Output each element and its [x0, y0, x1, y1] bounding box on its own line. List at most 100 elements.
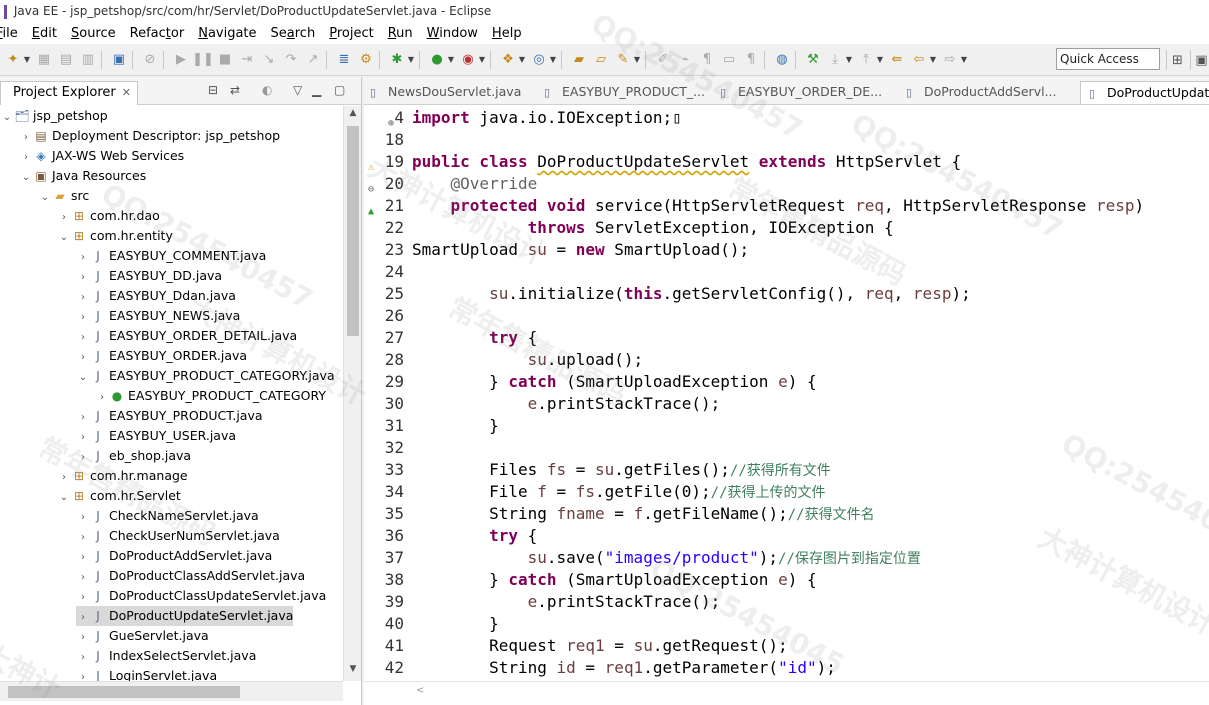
- code-line[interactable]: 22 throws ServletException, IOException …: [364, 217, 1209, 239]
- minimize-icon[interactable]: ▁: [312, 83, 321, 97]
- editor-tab[interactable]: ▯ EASYBUY_ORDER_DE...: [720, 81, 882, 104]
- tree-item[interactable]: › J EASYBUY_COMMENT.java: [76, 246, 266, 266]
- code-line[interactable]: ⚠ 19 public class DoProductUpdateServlet e…: [364, 151, 1209, 173]
- expand-arrow-icon[interactable]: ›: [76, 588, 90, 608]
- run-dropdown-icon[interactable]: ▼: [447, 51, 455, 69]
- code-line[interactable]: 36 try {: [364, 525, 1209, 547]
- collapse-arrow-icon[interactable]: ⌄: [38, 188, 52, 208]
- expand-arrow-icon[interactable]: ›: [76, 348, 90, 368]
- editor-tab[interactable]: ▯ DoProductUpdateServlet.java: [1080, 81, 1209, 104]
- code-line[interactable]: 42 String id = req1.getParameter("id");: [364, 657, 1209, 679]
- tree-item[interactable]: › J DoProductAddServlet.java: [76, 546, 272, 566]
- new-dropdown-icon[interactable]: ▼: [23, 51, 31, 69]
- view-menu-icon[interactable]: ▽: [293, 83, 302, 97]
- save-icon[interactable]: ▦: [35, 51, 53, 69]
- tree-item[interactable]: › J LoginServlet.java: [76, 666, 217, 681]
- code-line[interactable]: 25 su.initialize(this.getServletConfig()…: [364, 283, 1209, 305]
- collapse-arrow-icon[interactable]: ⌄: [57, 228, 71, 248]
- new-icon[interactable]: ✦: [4, 51, 22, 69]
- tree-item[interactable]: › J EASYBUY_USER.java: [76, 426, 236, 446]
- resume-icon[interactable]: ▶: [172, 51, 190, 69]
- menu-edit[interactable]: Edit: [32, 26, 57, 41]
- expand-arrow-icon[interactable]: ›: [76, 628, 90, 648]
- expand-arrow-icon[interactable]: ›: [76, 448, 90, 468]
- scroll-up-icon[interactable]: ▲: [344, 108, 362, 118]
- open-folder-icon[interactable]: ▱: [592, 51, 610, 69]
- link-with-editor-icon[interactable]: ⇄: [230, 83, 240, 97]
- tree-item[interactable]: › J IndexSelectServlet.java: [76, 646, 256, 666]
- menu-window[interactable]: Window: [427, 26, 478, 41]
- expand-arrow-icon[interactable]: ›: [19, 148, 33, 168]
- last-edit-location-icon[interactable]: ⇚: [888, 51, 906, 69]
- close-icon[interactable]: ✕: [122, 86, 131, 99]
- tree-item[interactable]: › ⊞ com.hr.dao: [57, 206, 160, 226]
- word-wrap-icon[interactable]: ▭: [720, 51, 738, 69]
- code-line[interactable]: 32: [364, 437, 1209, 459]
- code-line[interactable]: ⊕ 4 import java.io.IOException;▯: [364, 107, 1209, 129]
- menu-source[interactable]: Source: [71, 26, 116, 41]
- forward-dropdown-icon[interactable]: ▼: [960, 51, 968, 69]
- tree-item[interactable]: › J DoProductUpdateServlet.java: [76, 606, 294, 628]
- new-java-project-icon[interactable]: ❖: [499, 51, 517, 69]
- tree-item[interactable]: ⌄ ⊞ com.hr.entity: [57, 226, 173, 246]
- tree-item[interactable]: ⌄ ▰ src: [38, 186, 89, 206]
- code-line[interactable]: 33 Files fs = su.getFiles();//获得所有文件: [364, 459, 1209, 481]
- tree-item[interactable]: › J CheckUserNumServlet.java: [76, 526, 280, 546]
- toggle-block-selection-icon[interactable]: ⌁: [676, 51, 694, 69]
- code-line[interactable]: 28 su.upload();: [364, 349, 1209, 371]
- expand-arrow-icon[interactable]: ›: [76, 508, 90, 528]
- tree-vertical-scrollbar[interactable]: ▲ ▼: [343, 106, 361, 681]
- tree-item[interactable]: › ▤ Deployment Descriptor: jsp_petshop: [19, 126, 280, 146]
- open-type-icon[interactable]: ▰: [570, 51, 588, 69]
- menu-navigate[interactable]: Navigate: [198, 26, 256, 41]
- expand-arrow-icon[interactable]: ›: [19, 128, 33, 148]
- code-line[interactable]: 27 try {: [364, 327, 1209, 349]
- forward-icon[interactable]: ⇨: [941, 51, 959, 69]
- expand-arrow-icon[interactable]: ›: [76, 288, 90, 308]
- next-annotation-icon[interactable]: ⤓: [826, 51, 844, 69]
- project-explorer-tab[interactable]: Project Explorer ✕: [0, 81, 138, 105]
- publish-icon[interactable]: ⚙: [357, 51, 375, 69]
- code-line[interactable]: 35 String fname = f.getFileName();//获得文件…: [364, 503, 1209, 525]
- code-line[interactable]: ▲ 21 protected void service(HttpServletRe…: [364, 195, 1209, 217]
- code-line[interactable]: 34 File f = fs.getFile(0);//获得上传的文件: [364, 481, 1209, 503]
- print-icon[interactable]: ▥: [79, 51, 97, 69]
- new-java-class-icon[interactable]: ◎: [530, 51, 548, 69]
- step-into-icon[interactable]: ↘: [260, 51, 278, 69]
- scrollbar-thumb[interactable]: [347, 126, 359, 336]
- code-line[interactable]: 39 e.printStackTrace();: [364, 591, 1209, 613]
- expand-arrow-icon[interactable]: ›: [76, 328, 90, 348]
- code-line[interactable]: 29 } catch (SmartUploadException e) {: [364, 371, 1209, 393]
- back-dropdown-icon[interactable]: ▼: [929, 51, 937, 69]
- step-over-icon[interactable]: ↷: [282, 51, 300, 69]
- code-line[interactable]: 41 Request req1 = su.getRequest();: [364, 635, 1209, 657]
- previous-annotation-icon[interactable]: ⤒: [857, 51, 875, 69]
- tree-item[interactable]: › ● EASYBUY_PRODUCT_CATEGORY: [95, 386, 326, 406]
- scrollbar-thumb[interactable]: [8, 686, 240, 698]
- expand-arrow-icon[interactable]: ›: [76, 428, 90, 448]
- expand-arrow-icon[interactable]: ›: [57, 468, 71, 488]
- tree-item[interactable]: › J EASYBUY_Ddan.java: [76, 286, 236, 306]
- code-area[interactable]: ⊕ 4 import java.io.IOException;▯ 18 ⚠ 19 publi…: [364, 106, 1209, 681]
- save-all-icon[interactable]: ▤: [57, 51, 75, 69]
- build-icon[interactable]: ⚒: [804, 51, 822, 69]
- collapse-arrow-icon[interactable]: ⌄: [0, 108, 14, 128]
- tree-horizontal-scrollbar[interactable]: [0, 681, 343, 701]
- expand-arrow-icon[interactable]: ›: [76, 608, 90, 628]
- expand-arrow-icon[interactable]: ›: [76, 528, 90, 548]
- quick-access-input[interactable]: [1056, 48, 1160, 70]
- expand-arrow-icon[interactable]: ›: [76, 268, 90, 288]
- external-tools-dropdown-icon[interactable]: ▼: [478, 51, 486, 69]
- tree-item[interactable]: › J CheckNameServlet.java: [76, 506, 259, 526]
- code-line[interactable]: 26: [364, 305, 1209, 327]
- expand-arrow-icon[interactable]: ›: [76, 568, 90, 588]
- code-line[interactable]: ⊖ 20 @Override: [364, 173, 1209, 195]
- code-line[interactable]: 24: [364, 261, 1209, 283]
- code-line[interactable]: 18: [364, 129, 1209, 151]
- expand-arrow-icon[interactable]: ›: [76, 668, 90, 681]
- code-line[interactable]: 30 e.printStackTrace();: [364, 393, 1209, 415]
- menu-file[interactable]: File: [0, 26, 18, 41]
- expand-arrow-icon[interactable]: ›: [76, 408, 90, 428]
- menu-run[interactable]: Run: [388, 26, 413, 41]
- search-dropdown-icon[interactable]: ▼: [633, 51, 641, 69]
